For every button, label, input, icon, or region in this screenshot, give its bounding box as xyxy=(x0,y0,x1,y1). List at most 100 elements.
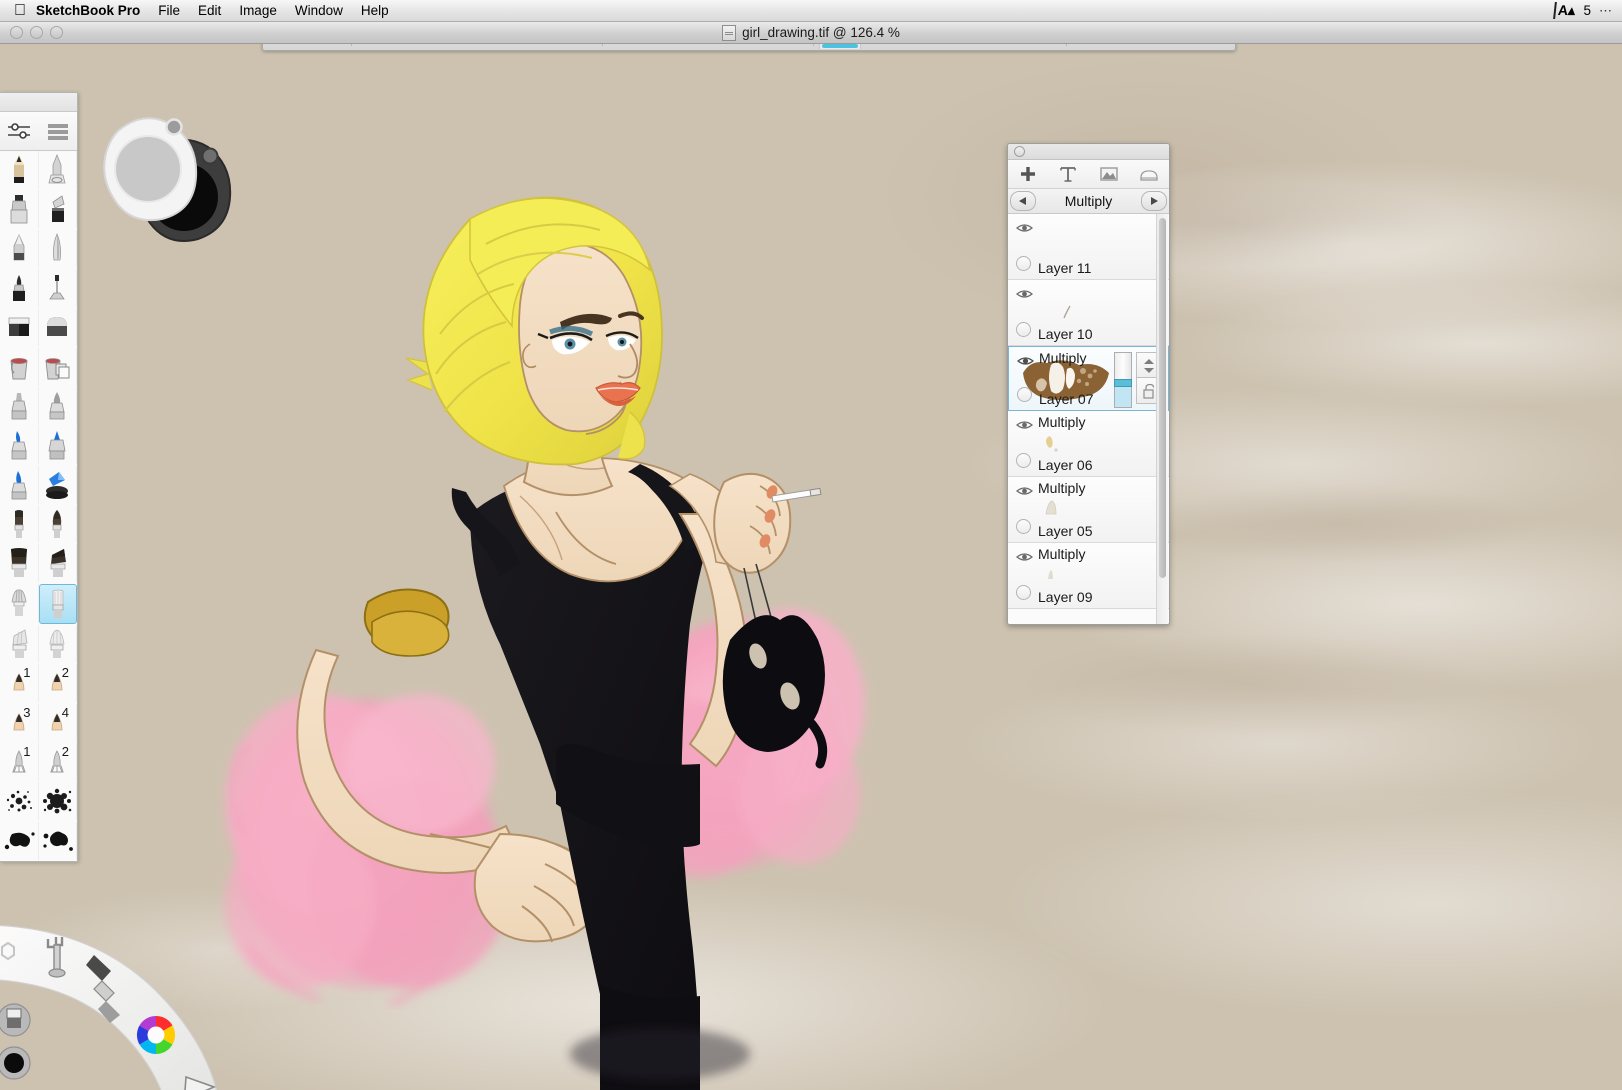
chisel-marker-brush[interactable] xyxy=(39,190,78,228)
layer-blend-label: Multiply xyxy=(1038,480,1085,496)
layer-select-radio[interactable] xyxy=(1016,256,1031,271)
menu-app-name[interactable]: SketchBook Pro xyxy=(36,3,140,18)
menu-item-image[interactable]: Image xyxy=(239,3,277,18)
layers-scrollbar-thumb[interactable] xyxy=(1159,218,1166,578)
layer-row-06[interactable]: Multiply Layer 06 xyxy=(1008,411,1169,477)
up-down-arrows-icon xyxy=(1142,358,1156,374)
layer-select-radio[interactable] xyxy=(1016,519,1031,534)
duplicate-layer-button[interactable] xyxy=(1129,165,1169,183)
filbert-brush-icon xyxy=(6,627,32,661)
splatter-1-brush[interactable] xyxy=(0,782,39,820)
stacked-bars-icon xyxy=(45,120,71,142)
smudge-3-brush[interactable]: 3 xyxy=(0,704,39,742)
add-layer-button[interactable] xyxy=(1008,164,1048,184)
bristle-brush[interactable] xyxy=(39,625,78,663)
angled-brush[interactable] xyxy=(39,544,78,582)
layer-opacity-knob[interactable] xyxy=(1114,379,1132,387)
brush-radius-ring[interactable] xyxy=(104,118,196,220)
layer-opacity-slider[interactable] xyxy=(1114,352,1132,408)
wide-flat-brush[interactable] xyxy=(0,544,39,582)
layer-visibility-toggle[interactable] xyxy=(1016,287,1033,305)
copic-blue-fine-brush[interactable] xyxy=(39,426,78,464)
paint-bucket-layer-brush[interactable] xyxy=(39,348,78,386)
layer-select-radio[interactable] xyxy=(1016,453,1031,468)
blend-2-brush[interactable]: 2 xyxy=(39,743,78,781)
copic-blue-wide-brush[interactable] xyxy=(0,466,39,504)
color-wheel-icon[interactable] xyxy=(137,1016,175,1054)
ink-blot-1-brush[interactable] xyxy=(0,822,39,860)
adobe-illustrator-icon[interactable]: A▴ xyxy=(1553,2,1576,19)
layers-panel-titlebar[interactable] xyxy=(1008,144,1169,160)
paint-bucket-icon xyxy=(6,351,32,383)
fan-brush[interactable] xyxy=(0,584,39,622)
round-brush[interactable] xyxy=(39,505,78,543)
layer-select-radio[interactable] xyxy=(1017,387,1032,402)
eraser-soft-brush[interactable] xyxy=(39,308,78,346)
blender-brush[interactable] xyxy=(39,584,78,624)
spotlight-icon[interactable]: ⋯ xyxy=(1599,3,1612,19)
layer-visibility-toggle[interactable] xyxy=(1016,221,1033,239)
layers-list[interactable]: Layer 11 Layer 10 xyxy=(1008,214,1169,624)
layer-name-label: Layer 07 xyxy=(1039,391,1093,407)
previous-blend-mode-button[interactable] xyxy=(1010,191,1036,211)
eye-icon xyxy=(1017,355,1034,367)
blend-mode-selector[interactable]: Multiply xyxy=(1008,189,1169,214)
menu-item-file[interactable]: File xyxy=(158,3,180,18)
eraser-soft-icon xyxy=(44,312,70,342)
brush-properties-tab[interactable] xyxy=(0,112,39,150)
add-text-layer-button[interactable] xyxy=(1048,164,1088,184)
copic-blue-brush[interactable] xyxy=(0,426,39,464)
layer-row-07[interactable]: Multiply Layer 07 xyxy=(1008,346,1169,411)
layer-row-10[interactable]: Layer 10 xyxy=(1008,280,1169,346)
next-blend-mode-button[interactable] xyxy=(1141,191,1167,211)
copic-blue-fine-icon xyxy=(46,428,68,462)
layer-thumbnail xyxy=(1038,496,1078,526)
layer-blend-label: Multiply xyxy=(1038,414,1085,430)
smudge-1-brush[interactable]: 1 xyxy=(0,664,39,702)
brush-size-puck[interactable] xyxy=(96,99,236,249)
filbert-brush[interactable] xyxy=(0,625,39,663)
apple-logo-icon[interactable]:  xyxy=(14,3,26,19)
layers-panel-close-button[interactable] xyxy=(1014,146,1025,157)
lagoon-undo-button[interactable] xyxy=(0,1004,30,1036)
spray-stand-icon xyxy=(46,271,68,305)
brush-library-tab[interactable] xyxy=(39,112,78,150)
blend-1-brush[interactable]: 1 xyxy=(0,743,39,781)
paint-bucket-brush[interactable] xyxy=(0,348,39,386)
layer-blend-label: Multiply xyxy=(1039,350,1086,366)
layer-visibility-toggle[interactable] xyxy=(1016,484,1033,502)
marker-brush[interactable] xyxy=(0,190,39,228)
ink-blot-2-brush[interactable] xyxy=(39,822,78,860)
layer-row-09[interactable]: Multiply Layer 09 xyxy=(1008,543,1169,609)
brush-palette-header[interactable] xyxy=(0,93,77,112)
eraser-hard-icon xyxy=(6,312,32,342)
import-image-button[interactable] xyxy=(1089,165,1129,183)
layer-visibility-toggle[interactable] xyxy=(1016,418,1033,436)
nib-pen-brush[interactable] xyxy=(39,230,78,268)
menu-item-window[interactable]: Window xyxy=(295,3,343,18)
spray-tool-brush[interactable] xyxy=(39,269,78,307)
layer-visibility-toggle[interactable] xyxy=(1016,550,1033,568)
layers-scrollbar[interactable] xyxy=(1156,214,1168,624)
black-swatch-icon[interactable] xyxy=(0,1047,30,1079)
copic-marker-brush[interactable] xyxy=(0,387,39,425)
layer-select-radio[interactable] xyxy=(1016,322,1031,337)
felt-tip-brush[interactable] xyxy=(0,269,39,307)
smudge-4-brush[interactable]: 4 xyxy=(39,704,78,742)
menu-extra-count[interactable]: 5 xyxy=(1583,3,1591,18)
layer-row-11[interactable]: Layer 11 xyxy=(1008,214,1169,280)
layer-select-radio[interactable] xyxy=(1016,585,1031,600)
glaze-brush[interactable] xyxy=(39,466,78,504)
airbrush-brush[interactable] xyxy=(39,151,78,189)
splatter-2-brush[interactable] xyxy=(39,782,78,820)
smudge-2-brush[interactable]: 2 xyxy=(39,664,78,702)
flat-brush[interactable] xyxy=(0,505,39,543)
layer-row-05[interactable]: Multiply Layer 05 xyxy=(1008,477,1169,543)
layer-visibility-toggle[interactable] xyxy=(1017,354,1034,372)
eraser-hard-brush[interactable] xyxy=(0,308,39,346)
pencil-brush[interactable] xyxy=(0,151,39,189)
menu-item-help[interactable]: Help xyxy=(361,3,389,18)
menu-item-edit[interactable]: Edit xyxy=(198,3,221,18)
ballpoint-brush[interactable] xyxy=(0,230,39,268)
copic-chisel-brush[interactable] xyxy=(39,387,78,425)
